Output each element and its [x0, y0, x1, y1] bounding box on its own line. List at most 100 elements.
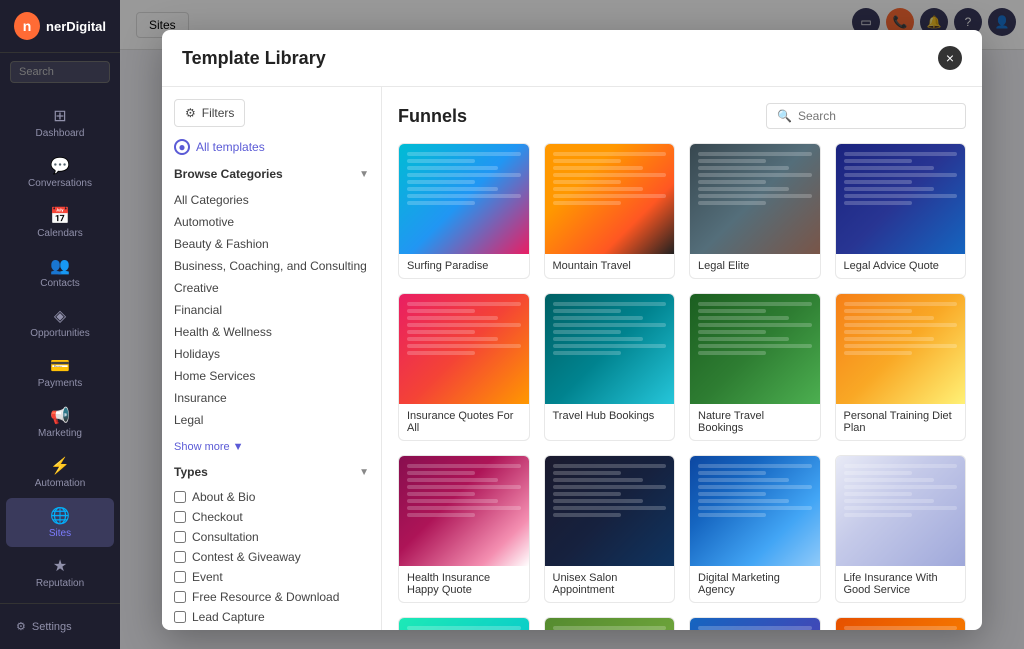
settings-item[interactable]: ⚙ Settings: [10, 614, 110, 639]
template-card-8[interactable]: Health Insurance Happy Quote: [398, 455, 530, 603]
logo-text: nerDigital: [46, 19, 106, 34]
template-card-10[interactable]: Digital Marketing Agency: [689, 455, 821, 603]
nav-icon-9: ★: [53, 556, 67, 576]
type-label-5: Free Resource & Download: [192, 590, 339, 604]
type-checkbox-5[interactable]: [174, 591, 186, 603]
nav-label-0: Dashboard: [36, 128, 85, 139]
types-list: About & BioCheckoutConsultationContest &…: [174, 487, 369, 630]
modal-overlay: Template Library × ⚙ Filters ● All templ…: [120, 0, 1024, 649]
template-card-2[interactable]: Legal Elite: [689, 143, 821, 279]
template-label-1: Mountain Travel: [545, 254, 675, 278]
type-item-0: About & Bio: [174, 487, 369, 507]
sidebar-item-marketing[interactable]: 📢Marketing: [6, 398, 114, 447]
template-card-7[interactable]: Personal Training Diet Plan: [835, 293, 967, 441]
template-search-input[interactable]: [798, 109, 955, 123]
sidebar-item-automation[interactable]: ⚡Automation: [6, 448, 114, 497]
logo-icon: n: [14, 12, 40, 40]
sidebar-footer: ⚙ Settings: [0, 603, 120, 649]
sidebar-item-contacts[interactable]: 👥Contacts: [6, 248, 114, 297]
type-item-4: Event: [174, 567, 369, 587]
nav-label-4: Opportunities: [30, 328, 89, 339]
type-label-1: Checkout: [192, 510, 243, 524]
category-item-10[interactable]: Legal: [174, 409, 369, 431]
category-item-4[interactable]: Creative: [174, 277, 369, 299]
template-thumb-11: [836, 456, 966, 566]
template-thumb-7: [836, 294, 966, 404]
types-header[interactable]: Types ▼: [174, 465, 369, 479]
nav-icon-1: 💬: [50, 156, 70, 176]
nav-label-8: Sites: [49, 528, 71, 539]
filters-button[interactable]: ⚙ Filters: [174, 99, 245, 127]
template-thumb-9: [545, 456, 675, 566]
template-library-modal: Template Library × ⚙ Filters ● All templ…: [162, 30, 982, 630]
category-item-9[interactable]: Insurance: [174, 387, 369, 409]
category-item-8[interactable]: Home Services: [174, 365, 369, 387]
sidebar-search-input[interactable]: [10, 61, 110, 83]
category-item-0[interactable]: All Categories: [174, 189, 369, 211]
settings-label: Settings: [32, 621, 72, 633]
sidebar-item-opportunities[interactable]: ◈Opportunities: [6, 298, 114, 347]
sidebar-item-payments[interactable]: 💳Payments: [6, 348, 114, 397]
type-checkbox-6[interactable]: [174, 611, 186, 623]
template-card-0[interactable]: Surfing Paradise: [398, 143, 530, 279]
template-thumb-1: [545, 144, 675, 254]
template-card-12[interactable]: Template 13: [398, 617, 530, 630]
main-content: ▭ 📞 🔔 ? 👤 Sites Template Library ×: [120, 0, 1024, 649]
template-label-7: Personal Training Diet Plan: [836, 404, 966, 440]
type-checkbox-0[interactable]: [174, 491, 186, 503]
template-card-5[interactable]: Travel Hub Bookings: [544, 293, 676, 441]
category-item-6[interactable]: Health & Wellness: [174, 321, 369, 343]
type-item-5: Free Resource & Download: [174, 587, 369, 607]
all-templates-link[interactable]: ● All templates: [174, 139, 369, 155]
show-more-button[interactable]: Show more ▼: [174, 441, 369, 453]
type-checkbox-3[interactable]: [174, 551, 186, 563]
types-section: Types ▼ About & BioCheckoutConsultationC…: [174, 465, 369, 630]
template-card-6[interactable]: Nature Travel Bookings: [689, 293, 821, 441]
sidebar-nav: ⊞Dashboard💬Conversations📅Calendars👥Conta…: [0, 91, 120, 603]
category-item-7[interactable]: Holidays: [174, 343, 369, 365]
browse-categories-header[interactable]: Browse Categories ▼: [174, 167, 369, 181]
sidebar-item-reputation[interactable]: ★Reputation: [6, 548, 114, 597]
all-templates-icon: ●: [174, 139, 190, 155]
type-label-0: About & Bio: [192, 490, 255, 504]
type-checkbox-2[interactable]: [174, 531, 186, 543]
template-card-1[interactable]: Mountain Travel: [544, 143, 676, 279]
modal-close-button[interactable]: ×: [938, 46, 962, 70]
template-thumb-10: [690, 456, 820, 566]
category-item-3[interactable]: Business, Coaching, and Consulting: [174, 255, 369, 277]
template-card-11[interactable]: Life Insurance With Good Service: [835, 455, 967, 603]
template-card-15[interactable]: Template 16: [835, 617, 967, 630]
sidebar-search-container: [0, 53, 120, 91]
template-thumb-12: [399, 618, 529, 630]
panel-header: Funnels 🔍: [398, 103, 966, 129]
sidebar-item-conversations[interactable]: 💬Conversations: [6, 148, 114, 197]
search-box: 🔍: [766, 103, 966, 129]
template-thumb-15: [836, 618, 966, 630]
all-templates-label: All templates: [196, 140, 265, 154]
sidebar: n nerDigital ⊞Dashboard💬Conversations📅Ca…: [0, 0, 120, 649]
type-checkbox-1[interactable]: [174, 511, 186, 523]
sidebar-item-calendars[interactable]: 📅Calendars: [6, 198, 114, 247]
template-card-14[interactable]: Template 15: [689, 617, 821, 630]
template-thumb-3: [836, 144, 966, 254]
template-label-6: Nature Travel Bookings: [690, 404, 820, 440]
sidebar-item-sites[interactable]: 🌐Sites: [6, 498, 114, 547]
category-item-2[interactable]: Beauty & Fashion: [174, 233, 369, 255]
category-item-1[interactable]: Automotive: [174, 211, 369, 233]
template-grid: Surfing Paradise Mountain Travel Legal Eli…: [398, 143, 966, 630]
type-checkbox-4[interactable]: [174, 571, 186, 583]
browse-categories-label: Browse Categories: [174, 167, 283, 181]
template-label-2: Legal Elite: [690, 254, 820, 278]
category-list: All CategoriesAutomotiveBeauty & Fashion…: [174, 189, 369, 431]
template-label-5: Travel Hub Bookings: [545, 404, 675, 428]
filters-label: Filters: [202, 106, 235, 120]
template-card-9[interactable]: Unisex Salon Appointment: [544, 455, 676, 603]
template-thumb-8: [399, 456, 529, 566]
template-card-13[interactable]: Template 14: [544, 617, 676, 630]
template-card-4[interactable]: Insurance Quotes For All: [398, 293, 530, 441]
sidebar-item-dashboard[interactable]: ⊞Dashboard: [6, 98, 114, 147]
category-item-5[interactable]: Financial: [174, 299, 369, 321]
template-thumb-0: [399, 144, 529, 254]
template-card-3[interactable]: Legal Advice Quote: [835, 143, 967, 279]
logo: n nerDigital: [0, 0, 120, 53]
